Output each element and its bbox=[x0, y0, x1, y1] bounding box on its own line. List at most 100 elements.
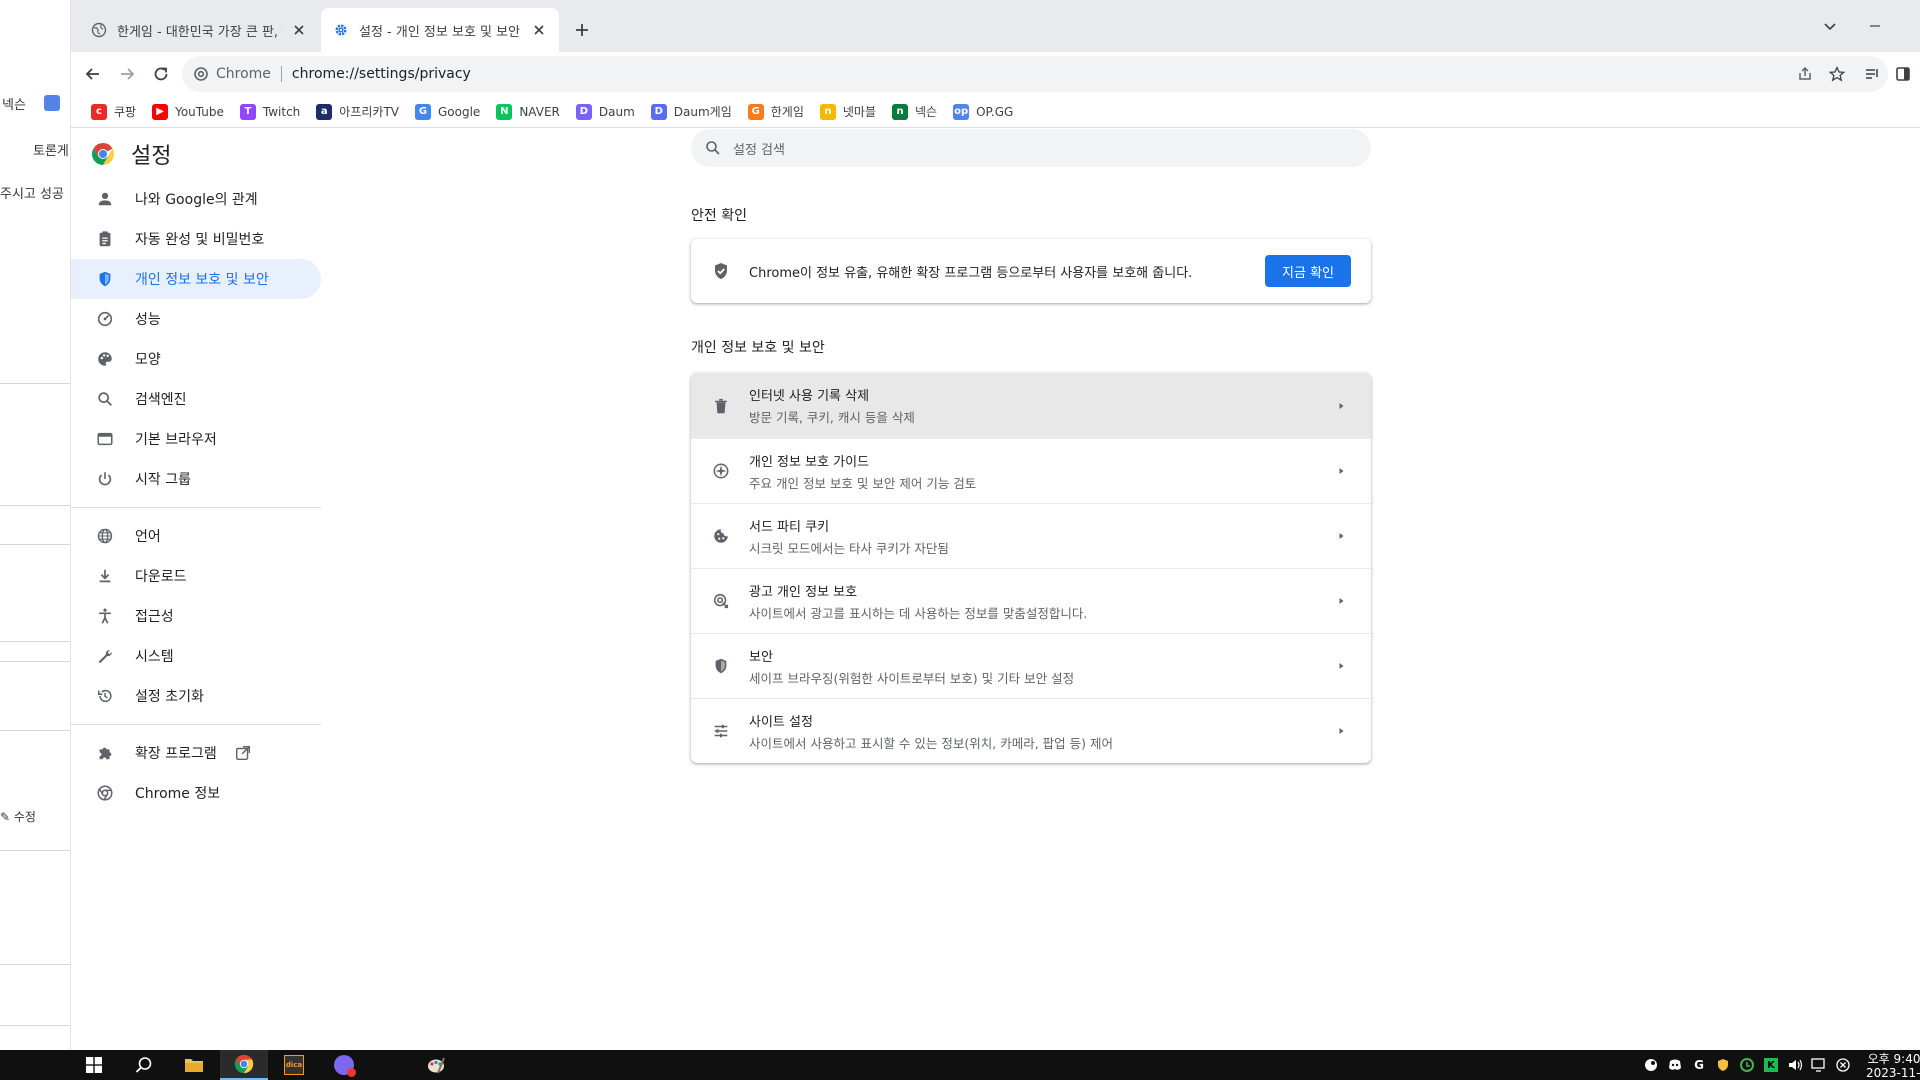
sidebar-item-download[interactable]: 다운로드 bbox=[71, 556, 321, 596]
sidebar-item-speedometer[interactable]: 성능 bbox=[71, 299, 321, 339]
sidebar-item-clipboard[interactable]: 자동 완성 및 비밀번호 bbox=[71, 219, 321, 259]
arrow-left-icon bbox=[85, 68, 99, 80]
bookmark-item[interactable]: ▶ YouTube bbox=[144, 98, 232, 126]
taskbar-app-chat[interactable] bbox=[320, 1050, 368, 1080]
bookmark-item[interactable]: n 넷마블 bbox=[812, 98, 884, 126]
sidebar-item-palette[interactable]: 모양 bbox=[71, 339, 321, 379]
bookmark-star-button[interactable] bbox=[1825, 62, 1849, 86]
back-button[interactable] bbox=[77, 58, 109, 90]
chevron-down-icon bbox=[1824, 23, 1836, 31]
plus-icon bbox=[576, 24, 588, 36]
taskbar-file-explorer[interactable] bbox=[170, 1050, 218, 1080]
sidebar-item-globe[interactable]: 언어 bbox=[71, 516, 321, 556]
update-tray-icon[interactable] bbox=[1739, 1057, 1755, 1073]
security-tray-icon[interactable] bbox=[1715, 1057, 1731, 1073]
bookmark-item[interactable]: G Google bbox=[407, 98, 488, 126]
paint-icon bbox=[428, 1057, 445, 1074]
site-info-chip[interactable]: Chrome bbox=[194, 66, 271, 82]
kakao-tray-icon[interactable]: K bbox=[1763, 1057, 1779, 1073]
bookmark-item[interactable]: T Twitch bbox=[232, 98, 308, 126]
bookmark-favicon: T bbox=[239, 103, 256, 120]
taskbar-clock[interactable]: 오후 9:40 2023-11- bbox=[1866, 1052, 1920, 1080]
address-bar[interactable]: Chrome chrome://settings/privacy bbox=[182, 56, 1888, 92]
star-icon bbox=[1829, 66, 1845, 82]
reload-button[interactable] bbox=[145, 58, 177, 90]
share-button[interactable] bbox=[1793, 62, 1817, 86]
g-tray-icon[interactable]: G bbox=[1691, 1057, 1707, 1073]
sidebar-item-person[interactable]: 나와 Google의 관계 bbox=[71, 179, 321, 219]
privacy-row[interactable]: 사이트 설정 사이트에서 사용하고 표시할 수 있는 정보(위치, 카메라, 팝업… bbox=[691, 698, 1371, 763]
bookmark-favicon: c bbox=[91, 103, 107, 120]
privacy-row[interactable]: 인터넷 사용 기록 삭제 방문 기록, 쿠키, 캐시 등을 삭제 bbox=[691, 373, 1371, 438]
sidebar-item-wrench[interactable]: 시스템 bbox=[71, 636, 321, 676]
clock-date: 2023-11- bbox=[1866, 1066, 1920, 1080]
bookmark-item[interactable]: c 쿠팡 bbox=[83, 98, 144, 126]
close-circle-tray-icon[interactable] bbox=[1835, 1057, 1851, 1073]
bookmark-item[interactable]: D Daum bbox=[568, 98, 643, 126]
bookmark-item[interactable]: op OP.GG bbox=[945, 98, 1021, 126]
minimize-button[interactable] bbox=[1861, 12, 1889, 40]
new-tab-button[interactable] bbox=[568, 16, 596, 44]
privacy-row-title: 서드 파티 쿠키 bbox=[749, 519, 830, 535]
privacy-section-title: 개인 정보 보호 및 보안 bbox=[691, 340, 825, 356]
sidebar-item-shield[interactable]: 개인 정보 보호 및 보안 bbox=[71, 259, 321, 299]
sidebar-item-browser[interactable]: 기본 브라우저 bbox=[71, 419, 321, 459]
sidebar-item-search[interactable]: 검색엔진 bbox=[71, 379, 321, 419]
sidebar-item-label: 다운로드 bbox=[135, 569, 187, 585]
privacy-row-subtitle: 사이트에서 사용하고 표시할 수 있는 정보(위치, 카메라, 팝업 등) 제어 bbox=[749, 735, 1113, 751]
discord-tray-icon[interactable] bbox=[1667, 1057, 1683, 1073]
url-text[interactable]: chrome://settings/privacy bbox=[292, 66, 471, 82]
privacy-row[interactable]: 서드 파티 쿠키시크릿 모드에서는 타사 쿠키가 자단됨 bbox=[691, 503, 1371, 568]
tab-hangame[interactable]: 한게임 - 대한민국 가장 큰 판, 한 bbox=[79, 8, 319, 52]
steam-tray-icon[interactable] bbox=[1643, 1057, 1659, 1073]
privacy-row-subtitle: 사이트에서 광고를 표시하는 데 사용하는 정보를 맞춤설정합니다. bbox=[749, 605, 1088, 621]
sidebar-item-chrome[interactable]: Chrome 정보 bbox=[71, 773, 321, 813]
settings-search[interactable]: 설정 검색 bbox=[691, 129, 1371, 167]
bookmark-item[interactable]: N NAVER bbox=[488, 98, 568, 126]
reading-list-button[interactable] bbox=[1860, 62, 1884, 86]
taskbar-search-button[interactable] bbox=[120, 1050, 168, 1080]
sidebar-item-power[interactable]: 시작 그룹 bbox=[71, 459, 321, 499]
sidebar-item-label: Chrome 정보 bbox=[135, 786, 221, 802]
privacy-row-title: 인터넷 사용 기록 삭제 bbox=[749, 389, 870, 404]
privacy-row[interactable]: 광고 개인 정보 보호 사이트에서 광고를 표시하는 데 사용하는 정보를 맞춤설… bbox=[691, 568, 1371, 633]
close-icon[interactable] bbox=[291, 22, 307, 38]
sidebar-item-label: 확장 프로그램 bbox=[135, 746, 217, 762]
check-now-button[interactable]: 지금 확인 bbox=[1265, 255, 1351, 287]
start-button[interactable] bbox=[70, 1050, 118, 1080]
sidebar-item-puzzle[interactable]: 확장 프로그램 bbox=[71, 733, 321, 773]
bookmark-item[interactable]: D Daum게임 bbox=[643, 98, 740, 126]
privacy-card: 인터넷 사용 기록 삭제 방문 기록, 쿠키, 캐시 등을 삭제개인 정보 보호 … bbox=[691, 373, 1371, 763]
tab-search-button[interactable] bbox=[1816, 12, 1844, 40]
tab-settings[interactable]: 설정 - 개인 정보 보호 및 보안 bbox=[321, 8, 559, 52]
privacy-row[interactable]: 개인 정보 보호 가이드 주요 개인 정보 보호 및 보안 제어 기능 검토 bbox=[691, 438, 1371, 503]
privacy-row[interactable]: 보안 세이프 브라우징(위험한 사이트로부터 보호) 및 기타 보안 설정 bbox=[691, 633, 1371, 698]
volume-tray-icon[interactable] bbox=[1787, 1057, 1803, 1073]
bookmarks-bar: c 쿠팡 ▶ YouTube T Twitch a 아프리카TV G Google N NAVER D D… bbox=[71, 96, 1920, 128]
side-panel-button[interactable] bbox=[1891, 62, 1915, 86]
privacy-row-text: 개인 정보 보호 가이드 주요 개인 정보 보호 및 보안 제어 기능 검토 bbox=[749, 451, 1331, 492]
sidebar-item-label: 모양 bbox=[135, 352, 161, 368]
chrome-logo-icon bbox=[92, 143, 114, 165]
taskbar-chrome[interactable] bbox=[220, 1050, 268, 1080]
bookmark-item[interactable]: G 한게임 bbox=[740, 98, 812, 126]
bookmark-label: 한게임 bbox=[770, 105, 804, 119]
sidebar-item-accessibility[interactable]: 접근성 bbox=[71, 596, 321, 636]
compass-icon bbox=[711, 461, 731, 481]
bookmark-label: 쿠팡 bbox=[114, 105, 137, 119]
close-icon[interactable] bbox=[531, 22, 547, 38]
bookmark-label: NAVER bbox=[519, 104, 560, 119]
taskbar-app-dica[interactable]: dica bbox=[270, 1050, 318, 1080]
sidebar-item-label: 언어 bbox=[135, 529, 161, 545]
sidebar-item-label: 시스템 bbox=[135, 649, 174, 665]
bookmark-favicon: op bbox=[953, 103, 970, 120]
forward-button[interactable] bbox=[111, 58, 143, 90]
bookmark-item[interactable]: a 아프리카TV bbox=[308, 98, 407, 126]
sidebar-item-history[interactable]: 설정 초기화 bbox=[71, 676, 321, 716]
bookmark-item[interactable]: n 넥슨 bbox=[884, 98, 945, 126]
privacy-row-text: 광고 개인 정보 보호 사이트에서 광고를 표시하는 데 사용하는 정보를 맞춤설… bbox=[749, 581, 1331, 622]
privacy-row-subtitle: 시크릿 모드에서는 타사 쿠키가 자단됨 bbox=[749, 540, 949, 556]
taskbar-app-paint[interactable] bbox=[412, 1050, 460, 1080]
network-tray-icon[interactable] bbox=[1811, 1057, 1827, 1073]
menu-separator bbox=[71, 724, 321, 725]
